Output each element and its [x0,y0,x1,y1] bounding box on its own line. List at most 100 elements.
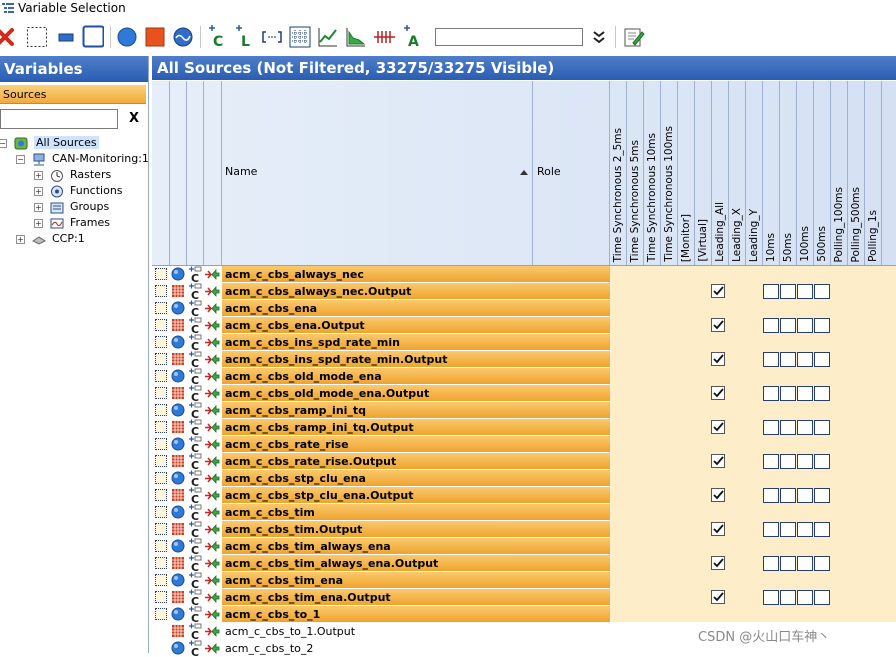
row-select-checkbox[interactable] [155,608,167,620]
row-select-checkbox[interactable] [155,404,167,416]
raster-assign-checkbox[interactable] [763,590,779,605]
column-header-500ms[interactable]: 500ms [814,81,831,265]
row-select-checkbox[interactable] [155,370,167,382]
table-row[interactable]: Cacm_c_cbs_ena.Output [152,317,896,334]
variable-name[interactable]: acm_c_cbs_tim_ena.Output [222,589,610,606]
column-header-leading-y[interactable]: Leading_Y [746,81,763,265]
raster-assign-checkbox[interactable] [763,284,779,299]
raster-assign-checkbox[interactable] [797,352,813,367]
variable-name[interactable]: acm_c_cbs_old_mode_ena.Output [222,385,610,402]
delete-icon[interactable] [0,26,16,48]
column-header-name[interactable]: Name [222,81,533,265]
row-select-checkbox[interactable] [155,506,167,518]
table-row[interactable]: Cacm_c_cbs_old_mode_ena [152,368,896,385]
table-row[interactable]: Cacm_c_cbs_tim_ena.Output [152,589,896,606]
variable-name[interactable]: acm_c_cbs_stp_clu_ena [222,470,610,487]
leading-all-checkbox[interactable] [711,284,725,298]
column-header-ts-100ms[interactable]: Time Synchronous 100ms [661,81,678,265]
leading-all-checkbox[interactable] [711,522,725,536]
table-row[interactable]: Cacm_c_cbs_rate_rise.Output [152,453,896,470]
table-row[interactable]: Cacm_c_cbs_ins_spd_rate_min.Output [152,351,896,368]
raster-assign-checkbox[interactable] [780,488,796,503]
variable-name[interactable]: acm_c_cbs_ramp_ini_tq [222,402,610,419]
blue-circle-icon[interactable] [116,26,138,48]
table-row[interactable]: Cacm_c_cbs_tim.Output [152,521,896,538]
raster-assign-checkbox[interactable] [763,454,779,469]
table-row[interactable]: Cacm_c_cbs_tim_always_ena [152,538,896,555]
column-header-polling-500ms[interactable]: Polling_500ms [848,81,865,265]
column-header-100ms[interactable]: 100ms [797,81,814,265]
raster-assign-checkbox[interactable] [763,386,779,401]
expand-more-icon[interactable] [588,26,610,48]
edit-icon[interactable] [623,26,645,48]
expand-icon[interactable]: + [16,234,25,244]
variable-name[interactable]: acm_c_cbs_tim_ena [222,572,610,589]
variable-name[interactable]: acm_c_cbs_tim_always_ena.Output [222,555,610,572]
a-add-icon[interactable]: A [402,25,424,49]
column-header-monitor[interactable]: [Monitor] [678,81,695,265]
raster-assign-checkbox[interactable] [797,284,813,299]
row-select-checkbox[interactable] [155,557,167,569]
collapse-icon[interactable]: − [0,138,7,148]
table-row[interactable]: Cacm_c_cbs_tim [152,504,896,521]
column-header-role[interactable]: Role [533,81,610,265]
leading-all-checkbox[interactable] [711,556,725,570]
row-select-checkbox[interactable] [155,285,167,297]
raster-assign-checkbox[interactable] [797,454,813,469]
leading-all-checkbox[interactable] [711,454,725,468]
row-select-checkbox[interactable] [155,353,167,365]
column-header-ts-2-5ms[interactable]: Time Synchronous 2_5ms [610,81,627,265]
raster-assign-checkbox[interactable] [797,590,813,605]
row-select-checkbox[interactable] [155,302,167,314]
table-row[interactable]: Cacm_c_cbs_always_nec.Output [152,283,896,300]
row-select-checkbox[interactable] [155,489,167,501]
tree-item-frames[interactable]: + Frames [34,216,110,230]
variable-name[interactable]: acm_c_cbs_rate_rise [222,436,610,453]
row-select-checkbox[interactable] [155,574,167,586]
raster-assign-checkbox[interactable] [814,522,830,537]
expand-icon[interactable]: + [34,202,43,212]
raster-assign-checkbox[interactable] [763,522,779,537]
tree-item-rasters[interactable]: + Rasters [34,168,111,182]
raster-assign-checkbox[interactable] [814,556,830,571]
raster-assign-checkbox[interactable] [780,352,796,367]
table-row[interactable]: Cacm_c_cbs_ins_spd_rate_min [152,334,896,351]
variable-name[interactable]: acm_c_cbs_ins_spd_rate_min.Output [222,351,610,368]
table-row[interactable]: Cacm_c_cbs_tim_ena [152,572,896,589]
table-row[interactable]: Cacm_c_cbs_stp_clu_ena [152,470,896,487]
row-select-checkbox[interactable] [155,523,167,535]
column-header-link[interactable] [204,81,222,265]
raster-assign-checkbox[interactable] [763,556,779,571]
raster-assign-checkbox[interactable] [780,420,796,435]
variable-name[interactable]: acm_c_cbs_rate_rise.Output [222,453,610,470]
clear-filter-button[interactable]: X [126,110,142,128]
select-dotted-icon[interactable] [26,26,48,48]
collapse-icon[interactable]: − [16,154,25,164]
variable-name[interactable]: acm_c_cbs_tim [222,504,610,521]
rect-blue-icon[interactable] [55,26,77,48]
raster-assign-checkbox[interactable] [780,284,796,299]
grid-icon[interactable] [289,26,311,48]
raster-assign-checkbox[interactable] [814,352,830,367]
bracket-icon[interactable] [261,26,283,48]
column-header-type[interactable] [170,81,187,265]
table-row[interactable]: Cacm_c_cbs_rate_rise [152,436,896,453]
raster-assign-checkbox[interactable] [780,556,796,571]
raster-assign-checkbox[interactable] [814,318,830,333]
pulse-icon[interactable] [373,26,395,48]
raster-assign-checkbox[interactable] [814,420,830,435]
row-select-checkbox[interactable] [155,472,167,484]
expand-icon[interactable]: + [34,218,43,228]
variable-name[interactable]: acm_c_cbs_ramp_ini_tq.Output [222,419,610,436]
column-header-select[interactable] [152,81,170,265]
raster-assign-checkbox[interactable] [814,590,830,605]
tree-item-can-monitoring[interactable]: − CAN-Monitoring:1 [16,152,149,166]
column-header-ts-5ms[interactable]: Time Synchronous 5ms [627,81,644,265]
column-header-10ms[interactable]: 10ms [763,81,780,265]
raster-assign-checkbox[interactable] [780,590,796,605]
variable-name[interactable]: acm_c_cbs_stp_clu_ena.Output [222,487,610,504]
table-row[interactable]: Cacm_c_cbs_always_nec [152,266,896,283]
raster-assign-checkbox[interactable] [797,556,813,571]
tree-item-all-sources[interactable]: − All Sources [0,136,99,150]
leading-all-checkbox[interactable] [711,488,725,502]
